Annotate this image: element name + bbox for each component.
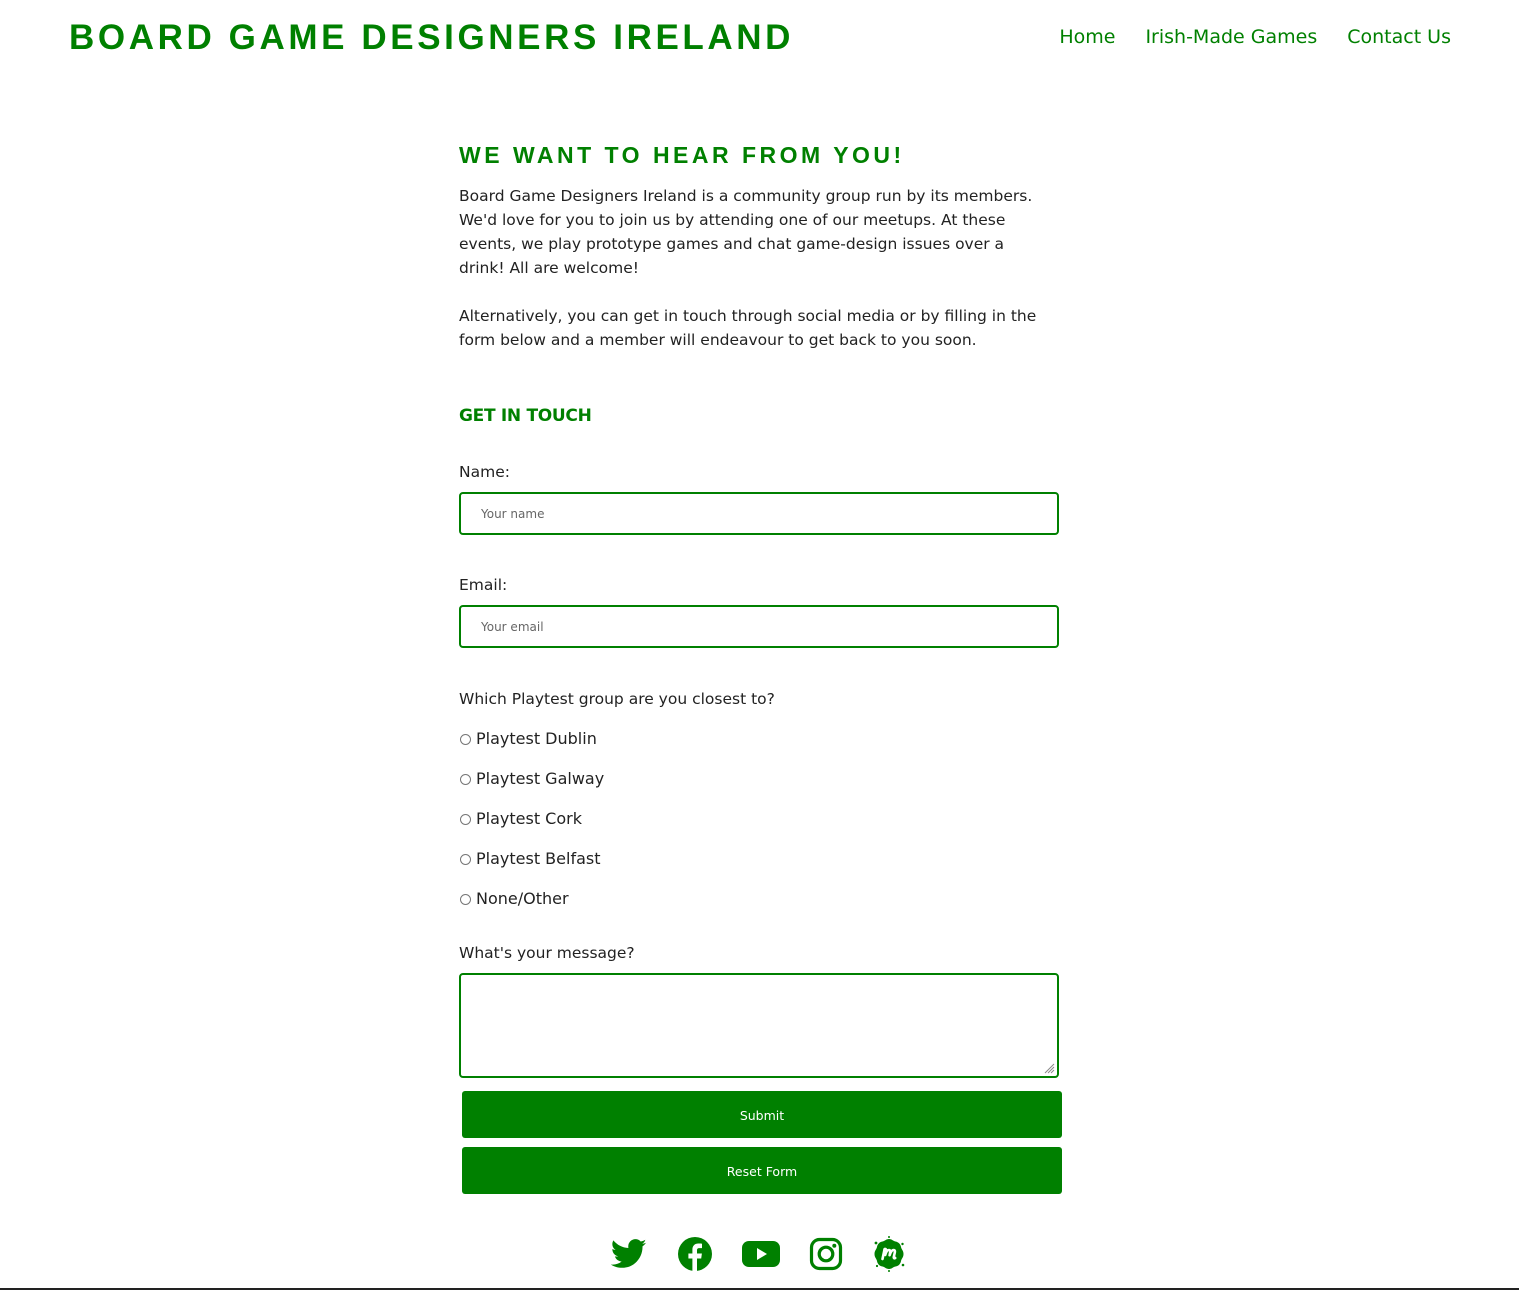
email-label: Email:: [459, 576, 508, 594]
radio-option-playtest-galway[interactable]: Playtest Galway: [459, 768, 604, 790]
radio-label[interactable]: Playtest Belfast: [476, 848, 601, 870]
radio-option-none-other[interactable]: None/Other: [459, 888, 569, 910]
email-input[interactable]: [459, 605, 1059, 648]
twitter-icon[interactable]: [609, 1232, 649, 1276]
form-heading: GET IN TOUCH: [459, 406, 592, 426]
meetup-icon[interactable]: [869, 1232, 909, 1276]
intro-paragraph: Board Game Designers Ireland is a commun…: [459, 187, 1033, 277]
nav-contact-us-link[interactable]: Contact Us: [1347, 24, 1451, 50]
playtest-group-question: Which Playtest group are you closest to?: [459, 690, 775, 708]
radio-label[interactable]: Playtest Galway: [476, 768, 604, 790]
radio-button[interactable]: [460, 813, 471, 825]
radio-option-playtest-cork[interactable]: Playtest Cork: [459, 808, 582, 830]
radio-button[interactable]: [460, 773, 471, 785]
reset-form-button[interactable]: Reset Form: [462, 1147, 1062, 1194]
radio-option-playtest-dublin[interactable]: Playtest Dublin: [459, 728, 597, 750]
radio-button[interactable]: [460, 733, 471, 745]
contact-section: WE WANT TO HEAR FROM YOU! Board Game Des…: [459, 140, 1062, 1194]
radio-option-playtest-belfast[interactable]: Playtest Belfast: [459, 848, 601, 870]
contact-paragraph: Alternatively, you can get in touch thro…: [459, 307, 1037, 349]
radio-label[interactable]: Playtest Cork: [476, 808, 582, 830]
radio-label[interactable]: None/Other: [476, 888, 569, 910]
message-label: What's your message?: [459, 944, 635, 962]
nav-irish-made-games-link[interactable]: Irish-Made Games: [1145, 24, 1317, 50]
site-title[interactable]: BOARD GAME DESIGNERS IRELAND: [69, 16, 794, 60]
radio-label[interactable]: Playtest Dublin: [476, 728, 597, 750]
name-label: Name:: [459, 463, 510, 481]
message-textarea[interactable]: [459, 973, 1059, 1078]
name-input[interactable]: [459, 492, 1059, 535]
radio-button[interactable]: [460, 853, 471, 865]
instagram-icon[interactable]: [806, 1232, 846, 1276]
page-heading: WE WANT TO HEAR FROM YOU!: [459, 142, 905, 168]
radio-button[interactable]: [460, 893, 471, 905]
site-header: BOARD GAME DESIGNERS IRELAND Home Irish-…: [0, 0, 1519, 76]
nav-home-link[interactable]: Home: [1059, 24, 1115, 50]
facebook-icon[interactable]: [675, 1232, 715, 1276]
main-nav: Home Irish-Made Games Contact Us: [1059, 24, 1451, 50]
resize-grip-icon[interactable]: [1043, 1062, 1055, 1074]
social-links: [0, 1232, 1519, 1276]
youtube-icon[interactable]: [741, 1232, 781, 1276]
submit-button[interactable]: Submit: [462, 1091, 1062, 1138]
